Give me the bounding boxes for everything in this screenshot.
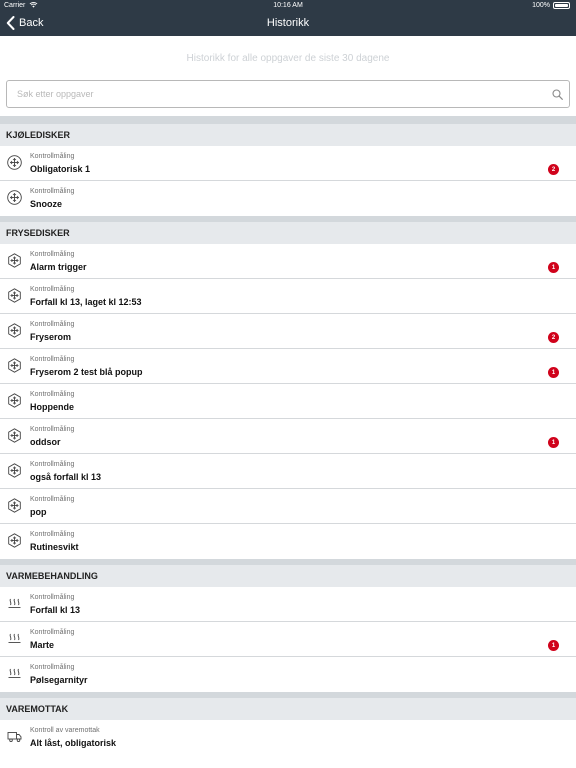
freezer-icon <box>8 463 21 478</box>
task-title: Hoppende <box>30 402 74 412</box>
snowflake-icon <box>7 155 22 170</box>
task-title: Alarm trigger <box>30 262 87 272</box>
task-title: Fryserom 2 test blå popup <box>30 367 143 377</box>
task-type-label: Kontrollmåling <box>30 251 75 258</box>
freezer-icon <box>8 498 21 513</box>
freezer-icon <box>8 253 21 268</box>
task-type-label: Kontrollmåling <box>30 461 75 468</box>
task-type-label: Kontroll av varemottak <box>30 727 100 734</box>
task-title: Marte <box>30 640 55 650</box>
snowflake-icon <box>7 190 22 205</box>
heat-icon <box>8 598 21 608</box>
status-time: 10:16 AM <box>273 2 303 9</box>
task-row[interactable]: Kontrollmåling Fryserom 2 test blå popup 1 <box>0 349 576 384</box>
section-header: KJØLEDISKER <box>0 124 576 146</box>
truck-icon <box>7 732 22 742</box>
deviation-count-badge: 1 <box>548 367 559 378</box>
task-type-label: Kontrollmåling <box>30 321 75 328</box>
task-row[interactable]: Kontrollmåling Marte 1 <box>0 622 576 657</box>
freezer-icon <box>8 428 21 443</box>
deviation-count-badge: 1 <box>548 640 559 651</box>
task-row[interactable]: Kontrollmåling Forfall kl 13, laget kl 12… <box>0 279 576 314</box>
deviation-count-badge: 2 <box>548 164 559 175</box>
task-title: Fryserom <box>30 332 72 342</box>
task-title: også forfall kl 13 <box>30 472 102 482</box>
page-title: Historikk <box>266 17 310 29</box>
deviation-count-badge: 1 <box>548 262 559 273</box>
task-type-label: Kontrollmåling <box>30 286 75 293</box>
search-divider <box>0 116 576 124</box>
task-row[interactable]: Kontrollmåling Obligatorisk 1 2 <box>0 146 576 181</box>
heat-icon <box>8 633 21 643</box>
task-title: Forfall kl 13, laget kl 12:53 <box>30 297 142 307</box>
task-type-label: Kontrollmåling <box>30 153 75 160</box>
freezer-icon <box>8 533 21 548</box>
task-title: Pølsegarnityr <box>30 675 88 685</box>
task-type-label: Kontrollmåling <box>30 391 75 398</box>
task-title: Snooze <box>30 199 63 209</box>
history-subtitle: Historikk for alle oppgaver de siste 30 … <box>186 53 390 64</box>
task-type-label: Kontrollmåling <box>30 356 75 363</box>
task-title: Obligatorisk 1 <box>30 164 91 174</box>
task-row[interactable]: Kontroll av varemottak Alt låst, obligato… <box>0 720 576 755</box>
task-row[interactable]: Kontrollmåling Snooze <box>0 181 576 216</box>
task-row[interactable]: Kontrollmåling Forfall kl 13 <box>0 587 576 622</box>
task-title: pop <box>30 507 47 517</box>
freezer-icon <box>8 393 21 408</box>
task-type-label: Kontrollmåling <box>30 594 75 601</box>
navigation-bar: Carrier 10:16 AM 100% Back Historikk <box>0 0 576 36</box>
deviation-count-badge: 1 <box>548 437 559 448</box>
task-row[interactable]: Kontrollmåling Fryserom 2 <box>0 314 576 349</box>
deviation-count-badge: 2 <box>548 332 559 343</box>
freezer-icon <box>8 323 21 338</box>
section-header: FRYSEDISKER <box>0 222 576 244</box>
section-header: VAREMOTTAK <box>0 698 576 720</box>
heat-icon <box>8 668 21 678</box>
task-row[interactable]: Kontrollmåling Alarm trigger 1 <box>0 244 576 279</box>
task-type-label: Kontrollmåling <box>30 426 75 433</box>
task-title: Forfall kl 13 <box>30 605 81 615</box>
task-type-label: Kontrollmåling <box>30 664 75 671</box>
task-title: Rutinesvikt <box>30 542 79 552</box>
task-row[interactable]: Kontrollmåling pop <box>0 489 576 524</box>
task-history-list: KJØLEDISKER Kontrollmåling Obligatorisk 1 2… <box>0 124 576 755</box>
task-type-label: Kontrollmåling <box>30 629 75 636</box>
battery-icon <box>553 2 570 9</box>
task-row[interactable]: Kontrollmåling oddsor 1 <box>0 419 576 454</box>
freezer-icon <box>8 288 21 303</box>
section-header: VARMEBEHANDLING <box>0 565 576 587</box>
task-type-label: Kontrollmåling <box>30 496 75 503</box>
task-type-label: Kontrollmåling <box>30 188 75 195</box>
battery-percent: 100% <box>532 2 550 9</box>
status-bar: Carrier 10:16 AM 100% <box>0 0 576 11</box>
search-box <box>6 80 570 108</box>
task-title: Alt låst, obligatorisk <box>30 738 117 748</box>
search-icon[interactable] <box>552 89 563 100</box>
task-type-label: Kontrollmåling <box>30 531 75 538</box>
task-row[interactable]: Kontrollmåling Hoppende <box>0 384 576 419</box>
task-row[interactable]: Kontrollmåling også forfall kl 13 <box>0 454 576 489</box>
task-row[interactable]: Kontrollmåling Rutinesvikt <box>0 524 576 559</box>
task-row[interactable]: Kontrollmåling Pølsegarnityr <box>0 657 576 692</box>
freezer-icon <box>8 358 21 373</box>
task-title: oddsor <box>30 437 61 447</box>
search-input[interactable] <box>17 81 537 107</box>
